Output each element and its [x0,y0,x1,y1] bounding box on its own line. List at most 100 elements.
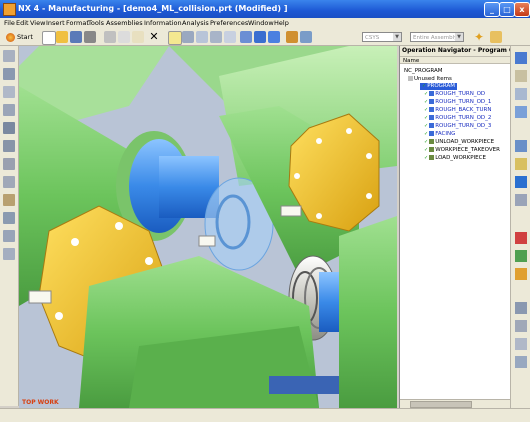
menu-insert[interactable]: Insert [46,19,65,27]
menu-format[interactable]: Format [66,19,89,27]
view-options-icon[interactable] [300,31,312,43]
tree-op-label: FACING [435,131,456,137]
close-button[interactable]: x [514,2,530,17]
right-jaw [280,205,302,217]
column-header-name[interactable]: Name [400,56,510,64]
roles-tab-icon[interactable] [515,250,527,262]
graphics-viewport[interactable]: TOP WORK [19,46,397,408]
tree-op-6[interactable]: ✓ FACING [424,131,455,138]
manufacturing-wizard-tab-icon[interactable] [515,320,527,332]
help-tab-icon[interactable] [515,176,527,188]
menu-information[interactable]: Information [144,19,182,27]
check-icon: ✓ [424,99,429,105]
hand-icon[interactable] [490,31,502,43]
save-icon[interactable] [70,31,82,43]
tree-op-7[interactable]: ✓ UNLOAD_WORKPIECE [424,139,494,146]
orient-view-icon[interactable] [268,31,280,43]
machine-tool-view-icon[interactable] [3,158,15,170]
tree-op-4[interactable]: ✓ ROUGH_TURN_OD_2 [424,115,491,122]
layer-icon[interactable] [286,31,298,43]
menu-edit[interactable]: Edit [16,19,29,27]
assembly-navigator-tab-icon[interactable] [515,70,527,82]
web-browser-tab-icon[interactable] [515,140,527,152]
check-icon: ✓ [424,139,429,145]
maximize-button[interactable]: □ [499,2,515,17]
menu-help[interactable]: Help [274,19,289,27]
tree-op-label: ROUGH_TURN_OD_2 [435,115,492,121]
postprocess-icon[interactable] [3,230,15,242]
tree-op-3[interactable]: ✓ ROUGH_BACK_TURN [424,107,491,114]
wireframe-view-icon[interactable] [254,31,266,43]
scrollbar-thumb[interactable] [410,401,472,408]
start-label: Start [17,33,33,41]
tree-program-label: PROGRAM [427,83,456,89]
program-order-view-icon[interactable] [3,140,15,152]
cue-line-tab-icon[interactable] [515,356,527,368]
tree-op-5[interactable]: ✓ ROUGH_TURN_OD_3 [424,123,491,130]
tree-unused[interactable]: Unused Items [408,76,452,83]
new-file-icon[interactable] [42,31,56,45]
shop-doc-icon[interactable] [3,248,15,260]
knowledge-fusion-tab-icon[interactable] [515,338,527,350]
minimize-button[interactable]: _ [484,2,500,17]
rotate-icon[interactable] [224,31,236,43]
operation-icon [429,155,435,160]
operation-icon [429,115,435,120]
copy-icon[interactable] [118,31,130,43]
tree-op-label: UNLOAD_WORKPIECE [435,139,495,145]
check-icon: ✓ [424,123,429,129]
paste-icon[interactable] [132,31,144,43]
operation-navigator-tab-icon[interactable] [515,52,527,64]
generate-toolpath-icon[interactable] [3,194,15,206]
visualization-tab-icon[interactable] [515,268,527,280]
menu-tools[interactable]: Tools [88,19,104,27]
menu-window[interactable]: Window [248,19,274,27]
start-logo-icon [6,32,15,42]
check-icon: ✓ [424,91,429,97]
delete-icon[interactable]: ✕ [148,31,160,43]
system-materials-tab-icon[interactable] [515,194,527,206]
select-icon[interactable] [168,31,182,45]
create-method-icon[interactable] [3,104,15,116]
tree-op-label: ROUGH_TURN_OD [435,91,486,97]
fit-view-icon[interactable] [182,31,194,43]
tree-op-8[interactable]: ✓ WORKPIECE_TAKEOVER [424,147,500,154]
shaded-view-icon[interactable] [240,31,252,43]
geometry-view-icon[interactable] [3,176,15,188]
create-tool-icon[interactable] [3,68,15,80]
process-studio-tab-icon[interactable] [515,302,527,314]
cut-icon[interactable] [104,31,116,43]
history-tab-icon[interactable] [515,158,527,170]
reuse-library-tab-icon[interactable] [515,106,527,118]
center-jaw [198,235,216,247]
menu-analysis[interactable]: Analysis [182,19,209,27]
navigator-horizontal-scrollbar[interactable] [400,399,510,408]
pan-icon[interactable] [210,31,222,43]
snap-point-icon[interactable]: ✦ [474,31,486,43]
menu-assemblies[interactable]: Assemblies [106,19,143,27]
verify-toolpath-icon[interactable] [3,212,15,224]
part-navigator-tab-icon[interactable] [515,88,527,100]
create-geometry-icon[interactable] [3,86,15,98]
menu-preferences[interactable]: Preferences [210,19,248,27]
create-program-icon[interactable] [3,50,15,62]
tree-op-2[interactable]: ✓ ROUGH_TURN_OD_1 [424,99,491,106]
menu-file[interactable]: File [4,19,15,27]
tree-op-9[interactable]: ✓ LOAD_WORKPIECE [424,155,486,162]
tree-op-1[interactable]: ✓ ROUGH_TURN_OD [424,91,485,98]
print-icon[interactable] [84,31,96,43]
operation-icon [429,147,435,152]
operation-icon [429,99,435,104]
csys-combo[interactable]: CSYS ▼ [362,32,402,42]
palette-tab-icon[interactable] [515,232,527,244]
zoom-icon[interactable] [196,31,208,43]
menu-view[interactable]: View [30,19,45,27]
operation-icon [429,107,435,112]
check-icon: ✓ [424,147,429,153]
tree-program[interactable]: ✓PROGRAM [420,83,458,90]
start-button[interactable]: Start [6,31,38,43]
open-folder-icon[interactable] [56,31,68,43]
assembly-scope-combo[interactable]: Entire Assembly ▼ [410,32,464,42]
tree-root[interactable]: NC_PROGRAM [404,68,443,75]
create-operation-icon[interactable] [3,122,15,134]
